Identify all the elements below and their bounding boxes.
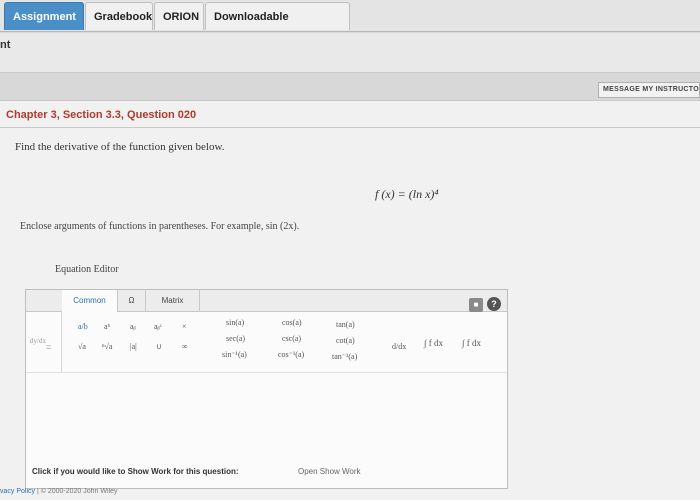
question-prompt: Find the derivative of the function give… [15,141,225,153]
definite-integral-button[interactable]: ∫ f dx [462,338,481,348]
editor-tab-matrix[interactable]: Matrix [146,290,200,312]
trash-icon[interactable]: ■ [469,298,483,312]
sec-button[interactable]: sec(a) [226,334,245,343]
abs-button[interactable]: |a| [130,342,137,351]
sin-button[interactable]: sin(a) [226,318,244,327]
arcsin-button[interactable]: sin⁻¹(a) [222,350,247,359]
editor-tab-common[interactable]: Common [62,290,118,312]
power-button[interactable]: aᵇ [104,322,110,331]
editor-tab-bar: Common Ω Matrix ■? [26,290,507,312]
sub-header: nt [0,33,700,73]
fraction-button[interactable]: a/b [78,322,88,331]
subscript-button[interactable]: aᵦ [130,322,136,331]
copyright-text: © 2000-2020 John Wiley [40,488,118,495]
footer: vacy Policy | © 2000-2020 John Wiley [0,488,700,500]
privacy-policy-link[interactable]: vacy Policy [0,488,35,495]
nth-root-button[interactable]: ⁿ√a [102,342,112,351]
equals-sign: = [46,342,52,352]
dydx-label: dy/dx [30,337,46,345]
message-instructor-button[interactable]: MESSAGE MY INSTRUCTOR [598,82,700,98]
tab-assignment[interactable]: Assignment [4,2,84,30]
tab-gradebook[interactable]: Gradebook [85,2,153,30]
subsup-button[interactable]: aᵦᶜ [154,322,162,331]
equation-editor[interactable]: Common Ω Matrix ■? dy/dx = a/b aᵇ aᵦ aᵦᶜ… [25,289,508,489]
tan-button[interactable]: tan(a) [336,320,355,329]
open-show-work-link[interactable]: Open Show Work [298,467,361,476]
question-title: Chapter 3, Section 3.3, Question 020 [6,109,197,121]
arccos-button[interactable]: cos⁻¹(a) [278,350,304,359]
csc-button[interactable]: csc(a) [282,334,301,343]
help-icon[interactable]: ? [487,297,501,311]
tab-orion[interactable]: ORION [154,2,204,30]
divider [26,372,507,373]
tab-etextbook[interactable]: Downloadable eTextbook [205,2,350,51]
infinity-button[interactable]: ∞ [182,342,188,351]
union-button[interactable]: ∪ [156,342,162,351]
divider [0,127,700,128]
times-button[interactable]: × [182,322,187,331]
divider [61,312,62,372]
breadcrumb: nt [0,39,11,51]
question-panel: Chapter 3, Section 3.3, Question 020 Fin… [0,100,700,500]
show-work-note: Click if you would like to Show Work for… [32,467,239,476]
integral-button[interactable]: ∫ f dx [424,338,443,348]
cos-button[interactable]: cos(a) [282,318,302,327]
arctan-button[interactable]: tan⁻¹(a) [332,352,357,361]
equation-editor-label: Equation Editor [55,264,119,275]
cot-button[interactable]: cot(a) [336,336,355,345]
function-formula: f (x) = (ln x)⁴ [375,187,439,201]
editor-tools: ■? [469,294,501,312]
derivative-button[interactable]: d/dx [392,342,406,351]
footer-separator: | [36,488,39,495]
sqrt-button[interactable]: √a [78,342,86,351]
editor-tab-symbols[interactable]: Ω [118,290,146,312]
top-tab-bar: Assignment Gradebook ORION Downloadable … [0,0,700,51]
hint-text: Enclose arguments of functions in parent… [20,221,300,232]
